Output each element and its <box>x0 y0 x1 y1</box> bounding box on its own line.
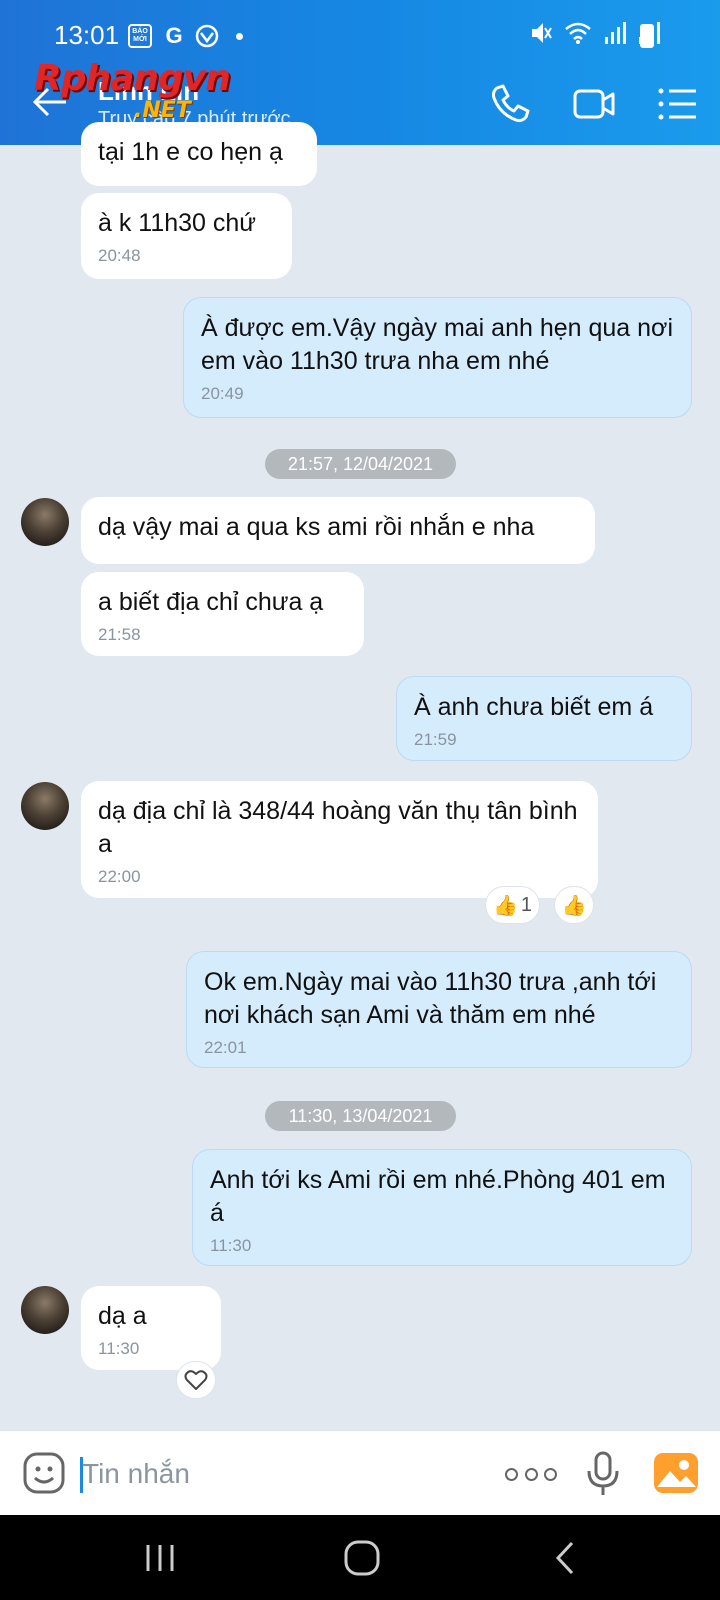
avatar[interactable] <box>21 498 69 546</box>
message-bubble[interactable]: dạ địa chỉ là 348/44 hoàng văn thụ tân b… <box>81 781 598 898</box>
signal-icon <box>605 22 626 44</box>
date-divider: 21:57, 12/04/2021 <box>265 449 456 479</box>
message-time: 11:30 <box>98 1339 140 1358</box>
message-text: dạ vậy mai a qua ks ami rồi nhắn e nha <box>98 513 535 541</box>
home-icon[interactable] <box>337 1535 387 1581</box>
thumbs-up-icon: 👍 <box>561 894 587 917</box>
more-dots-icon[interactable] <box>505 1457 557 1491</box>
bao-moi-notification-icon: BÁO MỚI <box>128 24 152 48</box>
message-bubble[interactable]: dạ a 11:30 <box>81 1286 221 1370</box>
message-text: tại 1h e co hẹn ạ <box>98 138 283 166</box>
message-text: dạ địa chỉ là 348/44 hoàng văn thụ tân b… <box>98 797 578 858</box>
react-like-button[interactable]: 👍 <box>554 886 594 924</box>
composer-bar <box>0 1430 720 1515</box>
avatar[interactable] <box>21 1286 69 1334</box>
message-bubble[interactable]: à k 11h30 chứ 20:48 <box>81 193 292 279</box>
reaction-count: 1 <box>520 893 533 916</box>
heart-icon <box>184 1370 208 1390</box>
mute-icon <box>532 23 552 43</box>
message-bubble[interactable]: tại 1h e co hẹn ạ <box>81 122 317 186</box>
message-time: 20:49 <box>201 384 244 403</box>
message-bubble[interactable]: À được em.Vậy ngày mai anh hẹn qua nơi e… <box>183 297 692 418</box>
message-time: 22:00 <box>98 867 141 886</box>
battery-icon <box>640 24 654 48</box>
vpn-notification-icon <box>195 24 219 48</box>
recent-apps-icon[interactable] <box>135 1535 185 1581</box>
message-time: 21:59 <box>414 730 457 749</box>
photo-icon[interactable] <box>653 1451 699 1495</box>
react-heart-button[interactable] <box>176 1361 216 1399</box>
message-text: À được em.Vậy ngày mai anh hẹn qua nơi e… <box>201 314 674 375</box>
message-text: a biết địa chỉ chưa ạ <box>98 588 324 616</box>
message-bubble[interactable]: a biết địa chỉ chưa ạ 21:58 <box>81 572 364 656</box>
microphone-icon[interactable] <box>585 1451 621 1497</box>
message-bubble[interactable]: dạ vậy mai a qua ks ami rồi nhắn e nha <box>81 497 595 564</box>
menu-list-icon[interactable] <box>656 82 700 126</box>
message-text: Ok em.Ngày mai vào 11h30 trưa ,anh tới n… <box>204 968 657 1029</box>
message-bubble[interactable]: Anh tới ks Ami rồi em nhé.Phòng 401 em á… <box>192 1149 692 1266</box>
reaction-summary[interactable]: 👍 1 <box>485 886 540 924</box>
status-time: 13:01 <box>54 20 120 50</box>
message-time: 21:58 <box>98 625 141 644</box>
avatar[interactable] <box>21 782 69 830</box>
message-input[interactable] <box>82 1453 462 1495</box>
message-bubble[interactable]: Ok em.Ngày mai vào 11h30 trưa ,anh tới n… <box>186 951 692 1068</box>
google-notification-icon: G <box>165 23 183 48</box>
watermark-logo: Rphangvn <box>34 58 231 99</box>
date-divider: 11:30, 13/04/2021 <box>265 1101 456 1131</box>
phone-icon[interactable] <box>488 82 532 126</box>
system-navigation-bar <box>0 1515 720 1600</box>
message-time: 11:30 <box>210 1236 252 1255</box>
message-text: dạ a <box>98 1302 147 1330</box>
message-text: Anh tới ks Ami rồi em nhé.Phòng 401 em á <box>210 1166 666 1227</box>
message-time: 22:01 <box>204 1038 247 1057</box>
system-back-icon[interactable] <box>540 1535 590 1581</box>
message-time: 20:48 <box>98 246 141 265</box>
message-bubble[interactable]: À anh chưa biết em á 21:59 <box>396 676 692 761</box>
message-text: À anh chưa biết em á <box>414 693 654 721</box>
message-text: à k 11h30 chứ <box>98 209 257 237</box>
more-notifications-dot <box>236 33 243 40</box>
video-call-icon[interactable] <box>572 82 616 126</box>
wifi-icon <box>565 22 591 44</box>
emoji-icon[interactable] <box>22 1451 66 1495</box>
thumbs-up-icon: 👍 <box>492 894 518 917</box>
watermark-logo-tld: .NET <box>134 98 191 123</box>
